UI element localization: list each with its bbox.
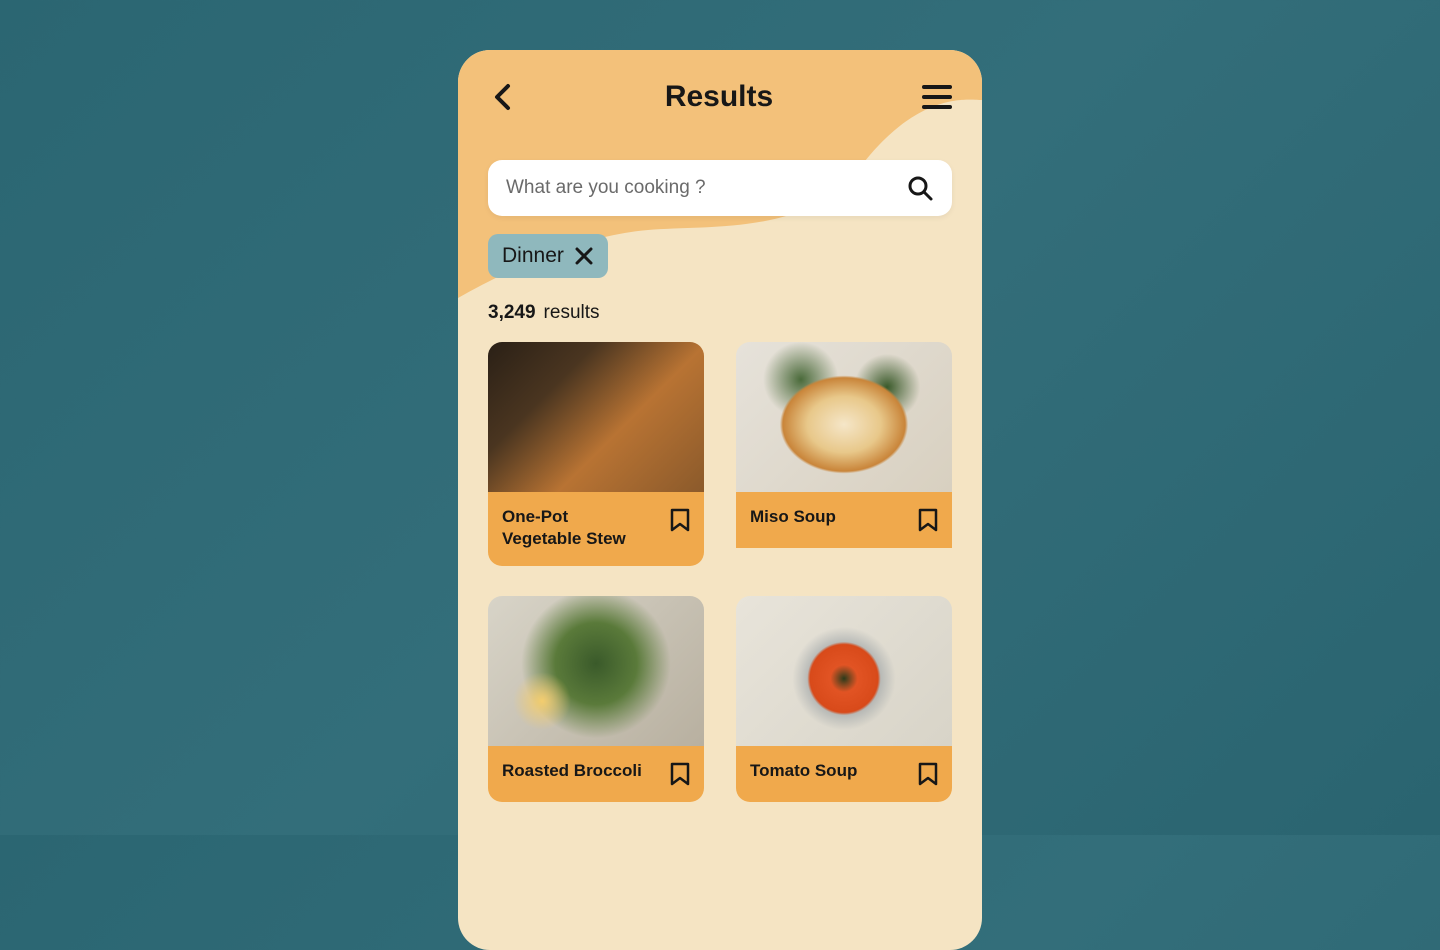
menu-icon-line [922,105,952,109]
recipe-title: Roasted Broccoli [502,760,642,782]
bookmark-icon[interactable] [670,508,690,532]
results-count-number: 3,249 [488,302,536,323]
app-screen: Results Dinner 3,249results One-Po [458,50,982,950]
filter-label: Dinner [502,244,564,268]
results-grid: One-Pot Vegetable Stew Miso Soup Roasted… [458,324,982,802]
bookmark-icon[interactable] [918,508,938,532]
recipe-card-footer: One-Pot Vegetable Stew [488,492,704,566]
filter-remove-button[interactable] [574,246,594,266]
recipe-title: Miso Soup [750,506,836,528]
menu-button[interactable] [922,85,952,109]
page-title: Results [665,80,773,114]
search-input[interactable] [488,160,952,216]
recipe-title: One-Pot Vegetable Stew [502,506,652,550]
recipe-image [736,342,952,492]
back-button[interactable] [488,83,516,111]
recipe-image [488,596,704,746]
bookmark-icon[interactable] [918,762,938,786]
recipe-title: Tomato Soup [750,760,857,782]
header: Results [458,50,982,114]
menu-icon-line [922,85,952,89]
recipe-image [488,342,704,492]
recipe-card[interactable]: Tomato Soup [736,596,952,802]
search-container [488,160,952,216]
menu-icon-line [922,95,952,99]
chevron-left-icon [493,83,511,111]
recipe-image [736,596,952,746]
recipe-card[interactable]: Roasted Broccoli [488,596,704,802]
recipe-card-footer: Miso Soup [736,492,952,548]
recipe-card-footer: Roasted Broccoli [488,746,704,802]
recipe-card[interactable]: Miso Soup [736,342,952,566]
filter-chip-dinner[interactable]: Dinner [488,234,608,278]
recipe-card-footer: Tomato Soup [736,746,952,802]
recipe-card[interactable]: One-Pot Vegetable Stew [488,342,704,566]
results-count: 3,249 results [488,302,982,324]
close-icon [575,247,593,265]
results-count-label: results [544,302,600,323]
bookmark-icon[interactable] [670,762,690,786]
